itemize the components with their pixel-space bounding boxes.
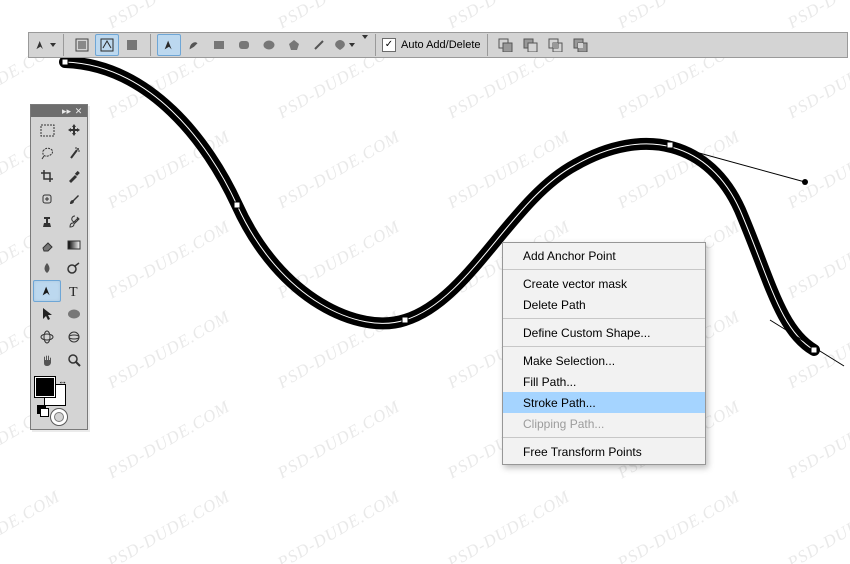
magic-wand-tool[interactable] — [60, 142, 88, 164]
menu-stroke-path[interactable]: Stroke Path... — [503, 392, 705, 413]
color-swatches[interactable]: ↔ — [31, 373, 87, 405]
type-tool[interactable]: T — [60, 280, 88, 302]
eraser-tool[interactable] — [33, 234, 61, 256]
zoom-tool[interactable] — [60, 349, 88, 371]
menu-free-transform-points[interactable]: Free Transform Points — [503, 441, 705, 462]
path-context-menu: Add Anchor Point Create vector mask Dele… — [502, 242, 706, 465]
fill-pixels-mode-button[interactable] — [120, 34, 144, 56]
clone-stamp-tool[interactable] — [33, 211, 61, 233]
history-brush-tool[interactable] — [60, 211, 88, 233]
rounded-rectangle-shape-button[interactable] — [232, 34, 256, 56]
pen-tool[interactable] — [33, 280, 61, 302]
work-path — [0, 0, 850, 564]
checkbox-label: Auto Add/Delete — [401, 39, 481, 51]
gradient-tool[interactable] — [60, 234, 88, 256]
pen-tool-preset-picker[interactable] — [33, 34, 57, 56]
close-icon[interactable]: ✕ — [73, 107, 84, 116]
tools-palette: ▸▸ ✕ T — [30, 104, 88, 430]
shape-layers-mode-button[interactable] — [70, 34, 94, 56]
geometry-options-dropdown[interactable] — [357, 34, 369, 56]
move-tool[interactable] — [60, 119, 88, 141]
svg-text:T: T — [69, 285, 78, 298]
checkbox-icon — [382, 38, 396, 52]
menu-fill-path[interactable]: Fill Path... — [503, 371, 705, 392]
swap-colors-icon[interactable]: ↔ — [58, 377, 67, 385]
path-exclude-mode-button[interactable] — [569, 34, 593, 56]
dodge-tool[interactable] — [60, 257, 88, 279]
menu-delete-path[interactable]: Delete Path — [503, 294, 705, 315]
menu-add-anchor-point[interactable]: Add Anchor Point — [503, 245, 705, 266]
brush-tool[interactable] — [60, 188, 88, 210]
path-subtract-mode-button[interactable] — [519, 34, 543, 56]
polygon-shape-button[interactable] — [282, 34, 306, 56]
freeform-pen-tool-button[interactable] — [182, 34, 206, 56]
ellipse-shape-button[interactable] — [257, 34, 281, 56]
shape-tool[interactable] — [60, 303, 88, 325]
hand-tool[interactable] — [33, 349, 61, 371]
path-selection-tool[interactable] — [33, 303, 61, 325]
3d-orbit-tool[interactable] — [60, 326, 88, 348]
foreground-color[interactable] — [35, 377, 55, 397]
path-add-mode-button[interactable] — [494, 34, 518, 56]
crop-tool[interactable] — [33, 165, 61, 187]
marquee-tool[interactable] — [33, 119, 61, 141]
canvas-area[interactable]: PSD-DUDE.COMPSD-DUDE.COMPSD-DUDE.COMPSD-… — [0, 0, 850, 564]
menu-make-selection[interactable]: Make Selection... — [503, 350, 705, 371]
options-bar: Auto Add/Delete — [28, 32, 848, 58]
blur-tool[interactable] — [33, 257, 61, 279]
rectangle-shape-button[interactable] — [207, 34, 231, 56]
collapse-icon[interactable]: ▸▸ — [61, 107, 72, 116]
eyedropper-tool[interactable] — [60, 165, 88, 187]
menu-define-custom-shape[interactable]: Define Custom Shape... — [503, 322, 705, 343]
custom-shape-button[interactable] — [332, 34, 356, 56]
path-intersect-mode-button[interactable] — [544, 34, 568, 56]
line-shape-button[interactable] — [307, 34, 331, 56]
healing-brush-tool[interactable] — [33, 188, 61, 210]
pen-tool-button[interactable] — [157, 34, 181, 56]
menu-clipping-path: Clipping Path... — [503, 413, 705, 434]
auto-add-delete-checkbox[interactable]: Auto Add/Delete — [382, 38, 481, 52]
3d-rotate-tool[interactable] — [33, 326, 61, 348]
palette-titlebar[interactable]: ▸▸ ✕ — [31, 105, 87, 117]
lasso-tool[interactable] — [33, 142, 61, 164]
menu-create-vector-mask[interactable]: Create vector mask — [503, 273, 705, 294]
paths-mode-button[interactable] — [95, 34, 119, 56]
